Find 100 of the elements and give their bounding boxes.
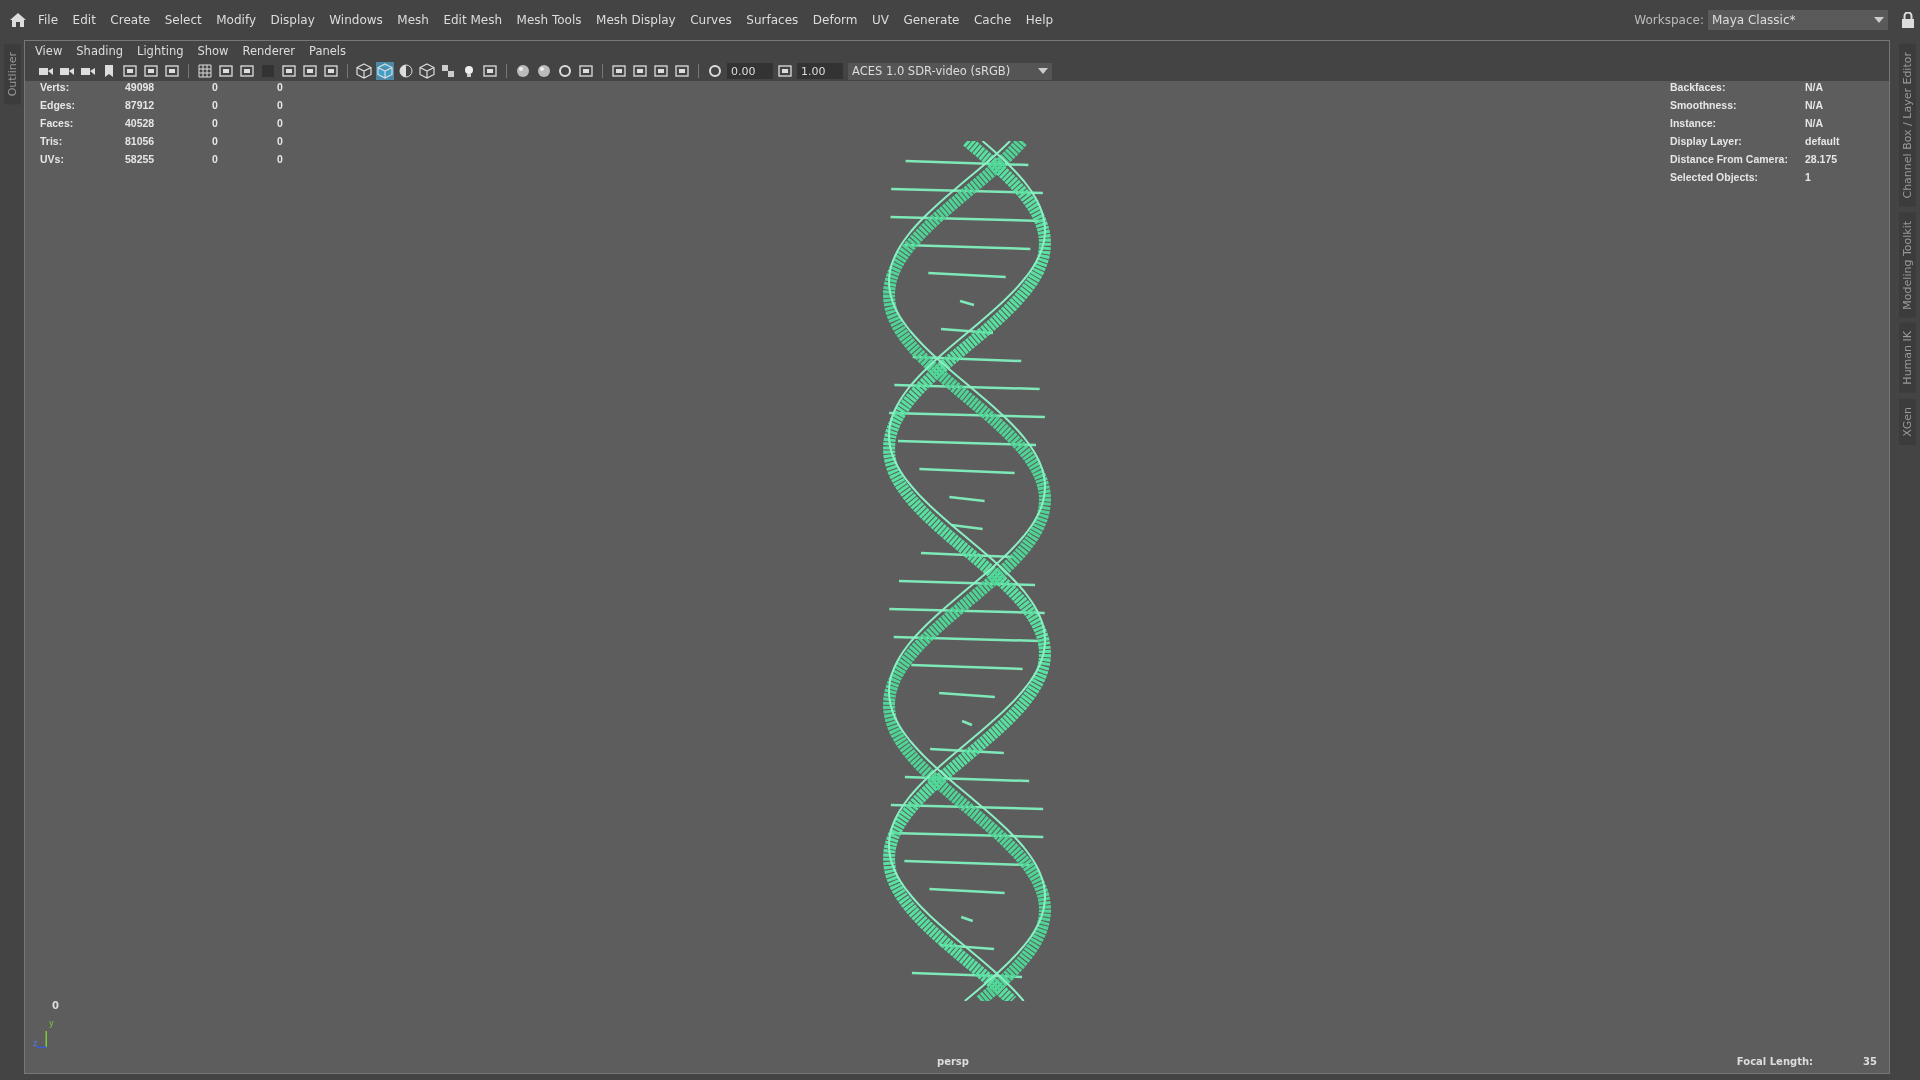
menu-item[interactable]: File xyxy=(38,13,59,27)
axis-gizmo-icon xyxy=(37,1031,48,1048)
home-icon[interactable] xyxy=(10,13,26,27)
stat-value: 49098 xyxy=(125,81,156,93)
panel-menu-item[interactable]: Shading xyxy=(76,44,123,58)
menu-item[interactable]: Display xyxy=(270,13,315,27)
side-tab[interactable]: Human IK xyxy=(1898,323,1916,393)
menu-item[interactable]: UV xyxy=(871,13,889,27)
caret-icon xyxy=(1038,68,1048,74)
side-tab[interactable]: Modeling Toolkit xyxy=(1898,212,1916,318)
stat-label: Display Layer: xyxy=(1670,135,1743,147)
menu-item[interactable]: Generate xyxy=(903,13,960,27)
menu-item[interactable]: Mesh Tools xyxy=(516,13,582,27)
focal-length-label: Focal Length: xyxy=(1736,1056,1814,1067)
menu-item[interactable]: Modify xyxy=(216,13,256,27)
toolbar-icon[interactable] xyxy=(610,62,628,80)
grid-icon[interactable] xyxy=(196,62,214,80)
toolbar-icon[interactable] xyxy=(652,62,670,80)
panel-menu-item[interactable]: View xyxy=(35,44,63,58)
workspace-dropdown[interactable]: Maya Classic* xyxy=(1708,10,1888,30)
toolbar-icon[interactable] xyxy=(301,62,319,80)
stat-value: default xyxy=(1805,135,1840,147)
panel-menu-item[interactable]: Renderer xyxy=(242,44,296,58)
gamma-field[interactable]: 1.00 xyxy=(797,63,843,79)
toolbar-icon[interactable] xyxy=(673,62,691,80)
stat-label: Selected Objects: xyxy=(1670,171,1760,183)
panel-menu-item[interactable]: Lighting xyxy=(137,44,184,58)
stat-value: 0 xyxy=(277,99,284,111)
caret-icon xyxy=(1874,17,1884,23)
toolbar-icon[interactable] xyxy=(481,62,499,80)
panel-menu-item[interactable]: Panels xyxy=(309,44,347,58)
menu-item[interactable]: Help xyxy=(1025,13,1054,27)
stat-value: 0 xyxy=(212,135,219,147)
stat-label: Verts: xyxy=(40,81,71,93)
color-space-dropdown[interactable]: ACES 1.0 SDR-video (sRGB) xyxy=(848,62,1052,80)
side-tab[interactable]: Outliner xyxy=(3,44,21,105)
stat-label: Backfaces: xyxy=(1670,81,1727,93)
toolbar-icon[interactable] xyxy=(121,62,139,80)
menu-item[interactable]: Create xyxy=(110,13,151,27)
stat-value: 0 xyxy=(212,81,219,93)
stat-value: 58255 xyxy=(125,153,156,165)
menu-item[interactable]: Windows xyxy=(329,13,383,27)
menu-item[interactable]: Mesh xyxy=(397,13,429,27)
sphere-icon[interactable] xyxy=(535,62,553,80)
stat-label: Distance From Camera: xyxy=(1670,153,1789,165)
stat-value: N/A xyxy=(1805,99,1824,111)
stat-label: UVs: xyxy=(40,153,65,165)
side-tab[interactable]: XGen xyxy=(1898,398,1916,445)
toolbar-icon[interactable] xyxy=(280,62,298,80)
lock-icon[interactable] xyxy=(1902,12,1914,28)
panel-menu-item[interactable]: Show xyxy=(197,44,229,58)
toolbar-icon[interactable] xyxy=(142,62,160,80)
stat-value: 0 xyxy=(277,135,284,147)
stat-label: Smoothness: xyxy=(1670,99,1738,111)
menu-item[interactable]: Select xyxy=(164,13,202,27)
stat-value: 81056 xyxy=(125,135,156,147)
toolbar-icon[interactable] xyxy=(776,62,794,80)
stat-value: 1 xyxy=(1805,171,1811,183)
cube-icon[interactable] xyxy=(355,62,373,80)
stat-value: 87912 xyxy=(125,99,156,111)
side-tab[interactable]: Channel Box / Layer Editor xyxy=(1898,44,1916,207)
stat-value: 0 xyxy=(277,117,284,129)
toolbar-icon[interactable] xyxy=(439,62,457,80)
menu-item[interactable]: Edit Mesh xyxy=(443,13,503,27)
stat-value: 0 xyxy=(277,153,284,165)
toolbar-icon[interactable] xyxy=(397,62,415,80)
menu-item[interactable]: Edit xyxy=(72,13,96,27)
stat-value: 0 xyxy=(212,117,219,129)
toolbar-icon[interactable] xyxy=(163,62,181,80)
menu-item[interactable]: Curves xyxy=(690,13,732,27)
menu-item[interactable]: Surfaces xyxy=(746,13,799,27)
exposure-field[interactable]: 0.00 xyxy=(727,63,773,79)
toolbar-icon[interactable] xyxy=(217,62,235,80)
sphere-icon[interactable] xyxy=(514,62,532,80)
toolbar-icon[interactable] xyxy=(706,62,724,80)
stat-value: 40528 xyxy=(125,117,156,129)
cube-icon[interactable] xyxy=(418,62,436,80)
stat-value: N/A xyxy=(1805,81,1824,93)
focal-length-value: 35 xyxy=(1863,1056,1877,1067)
menu-item[interactable]: Mesh Display xyxy=(596,13,676,27)
stat-label: Edges: xyxy=(40,99,76,111)
toolbar-icon[interactable] xyxy=(238,62,256,80)
stat-label: Faces: xyxy=(40,117,75,129)
stat-label: Tris: xyxy=(40,135,64,147)
toolbar-icon[interactable] xyxy=(322,62,340,80)
stat-value: 0 xyxy=(277,81,284,93)
camera-name: persp xyxy=(937,1056,969,1067)
menu-item[interactable]: Deform xyxy=(812,13,858,27)
stat-value: 28.175 xyxy=(1805,153,1838,165)
toolbar-icon[interactable] xyxy=(577,62,595,80)
stat-value: 0 xyxy=(212,153,219,165)
stat-value: N/A xyxy=(1805,117,1824,129)
menu-item[interactable]: Cache xyxy=(973,13,1012,27)
stat-value: 0 xyxy=(212,99,219,111)
axis-label: z xyxy=(33,1039,38,1048)
stat-label: Instance: xyxy=(1670,117,1718,129)
axis-label: y xyxy=(49,1019,54,1028)
toolbar-icon[interactable] xyxy=(631,62,649,80)
workspace-label: Workspace: xyxy=(1634,13,1704,27)
toolbar-icon[interactable] xyxy=(556,62,574,80)
